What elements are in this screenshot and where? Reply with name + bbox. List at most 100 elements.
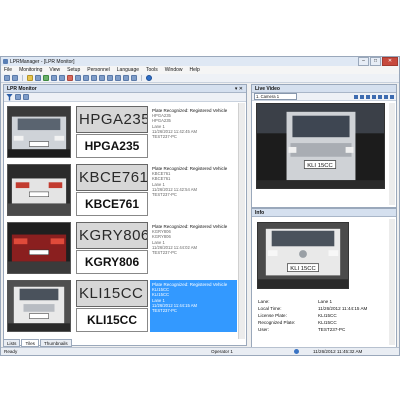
minimize-button[interactable]: – xyxy=(358,57,369,66)
folder-icon[interactable] xyxy=(27,75,33,81)
record-details: Plate Recognized: Registered Vehicle KGR… xyxy=(150,222,237,274)
recognized-plate: KLI15CC xyxy=(76,308,148,332)
recognition-row[interactable]: HPGA235 HPGA235 Plate Recognized: Regist… xyxy=(4,103,240,161)
layout-icon[interactable] xyxy=(99,75,105,81)
video-controls xyxy=(354,94,394,99)
main-toolbar xyxy=(1,74,399,83)
status-operator: Operator 1 xyxy=(211,349,233,354)
live-video-panel: Live Video 1. Camera 1 KLI 15CC xyxy=(251,84,397,208)
info-panel: Info KLI 15CC Lane: Lane 1 Local Time: 11/… xyxy=(251,208,397,348)
record-pc: TEST237-PC xyxy=(152,308,177,314)
lpr-monitor-title: LPR Monitor xyxy=(7,85,37,92)
application-window: LPRManager - [LPR Monitor] – □ ✕ File Mo… xyxy=(0,56,400,356)
tab-thumbnails[interactable]: Thumbnails xyxy=(39,339,72,347)
recognized-plate: KGRY806 xyxy=(76,250,148,274)
recognized-plate: HPGA235 xyxy=(76,134,148,158)
pause-icon[interactable] xyxy=(360,94,364,99)
menu-setup[interactable]: Setup xyxy=(67,67,80,73)
monitor-icon[interactable] xyxy=(4,75,10,81)
menu-window[interactable]: Window xyxy=(165,67,183,73)
recognition-row[interactable]: KBCE761 KBCE761 Plate Recognized: Regist… xyxy=(4,161,240,219)
live-video-toolbar: 1. Camera 1 xyxy=(252,93,396,101)
live-video-plate: KLI 15CC xyxy=(307,163,333,169)
vehicle-snapshot xyxy=(7,280,71,332)
info-field-user: User: TEST237-PC xyxy=(258,326,388,333)
record-pc: TEST237-PC xyxy=(152,250,177,256)
zoom-in-icon[interactable] xyxy=(372,94,376,99)
live-video-scrollbar[interactable] xyxy=(389,103,395,205)
report-icon[interactable] xyxy=(59,75,65,81)
snapshot-icon[interactable] xyxy=(384,94,388,99)
camera-select[interactable]: 1. Camera 1 xyxy=(254,93,297,100)
help-icon[interactable] xyxy=(146,75,152,81)
field-value: TEST237-PC xyxy=(318,327,346,332)
tiles-icon[interactable] xyxy=(23,94,29,100)
field-label: License Plate: xyxy=(258,313,287,318)
status-datetime: 11/26/2012 11:45:32 AM xyxy=(313,349,363,354)
view-icon[interactable] xyxy=(15,94,21,100)
menu-tools[interactable]: Tools xyxy=(146,67,158,73)
panel-controls-icon[interactable]: ▾ ✕ xyxy=(235,86,243,92)
menu-language[interactable]: Language xyxy=(117,67,139,73)
close-button[interactable]: ✕ xyxy=(382,57,398,66)
camera-icon[interactable] xyxy=(12,75,18,81)
tab-lists[interactable]: Lists xyxy=(3,339,21,347)
info-field-local-time: Local Time: 11/26/2012 11:44:15 AM xyxy=(258,305,388,312)
live-video-title: Live Video xyxy=(255,85,280,92)
toolbar-separator xyxy=(22,75,23,81)
search-icon[interactable] xyxy=(91,75,97,81)
window-title: LPRManager - [LPR Monitor] xyxy=(10,58,75,65)
field-value: Lane 1 xyxy=(318,299,333,304)
status-ready: Ready xyxy=(4,349,18,354)
field-label: User: xyxy=(258,327,269,332)
vehicle-snapshot xyxy=(7,164,71,216)
info-field-license-plate: License Plate: KLI15CC xyxy=(258,312,388,319)
menu-file[interactable]: File xyxy=(4,67,12,73)
info-title: Info xyxy=(255,209,265,216)
play-icon[interactable] xyxy=(354,94,358,99)
tab-tiles[interactable]: Tiles xyxy=(21,339,39,347)
zoom-out-icon[interactable] xyxy=(378,94,382,99)
menu-bar: File Monitoring View Setup Personnel Lan… xyxy=(1,66,399,74)
window-controls: – □ ✕ xyxy=(358,57,398,66)
stop-icon[interactable] xyxy=(366,94,370,99)
info-scrollbar[interactable] xyxy=(389,219,395,345)
recognition-row-selected[interactable]: KLI15CC KLI15CC Plate Recognized: Regist… xyxy=(4,277,240,335)
list-icon[interactable] xyxy=(35,75,41,81)
recognition-row[interactable]: KGRY806 KGRY806 Plate Recognized: Regist… xyxy=(4,219,240,277)
window-icon[interactable] xyxy=(107,75,113,81)
menu-monitoring[interactable]: Monitoring xyxy=(19,67,42,73)
fullscreen-icon[interactable] xyxy=(390,94,394,99)
field-label: Local Time: xyxy=(258,306,282,311)
record-pc: TEST237-PC xyxy=(152,192,177,198)
recognized-plate: KBCE761 xyxy=(76,192,148,216)
lpr-monitor-panel: LPR Monitor ▾ ✕ HPGA235 HPGA235 Plate Re… xyxy=(3,84,247,346)
vehicle-snapshot xyxy=(7,222,71,274)
maximize-button[interactable]: □ xyxy=(370,57,381,66)
print-icon[interactable] xyxy=(83,75,89,81)
title-bar: LPRManager - [LPR Monitor] – □ ✕ xyxy=(1,57,399,66)
status-bar: Ready Operator 1 11/26/2012 11:45:32 AM xyxy=(1,347,399,355)
info-fields: Lane: Lane 1 Local Time: 11/26/2012 11:44:… xyxy=(258,298,388,333)
grid-icon[interactable] xyxy=(115,75,121,81)
info-header: Info xyxy=(252,209,396,217)
live-video-feed: KLI 15CC xyxy=(256,103,385,189)
refresh-icon[interactable] xyxy=(131,75,137,81)
menu-help[interactable]: Help xyxy=(190,67,200,73)
field-value: 11/26/2012 11:44:15 AM xyxy=(318,306,368,311)
alarm-icon[interactable] xyxy=(67,75,73,81)
menu-personnel[interactable]: Personnel xyxy=(87,67,110,73)
plate-image: KBCE761 xyxy=(76,164,148,191)
settings-icon[interactable] xyxy=(75,75,81,81)
info-field-lane: Lane: Lane 1 xyxy=(258,298,388,305)
export-icon[interactable] xyxy=(123,75,129,81)
users-icon[interactable] xyxy=(51,75,57,81)
add-icon[interactable] xyxy=(43,75,49,81)
field-label: Recognized Plate: xyxy=(258,320,296,325)
info-image-plate: KLI 15CC xyxy=(290,266,315,272)
vertical-scrollbar[interactable] xyxy=(238,103,245,339)
filter-icon[interactable] xyxy=(6,93,13,101)
menu-view[interactable]: View xyxy=(49,67,60,73)
record-details: Plate Recognized: Registered Vehicle HPG… xyxy=(150,106,237,158)
record-pc: TEST237-PC xyxy=(152,134,177,140)
